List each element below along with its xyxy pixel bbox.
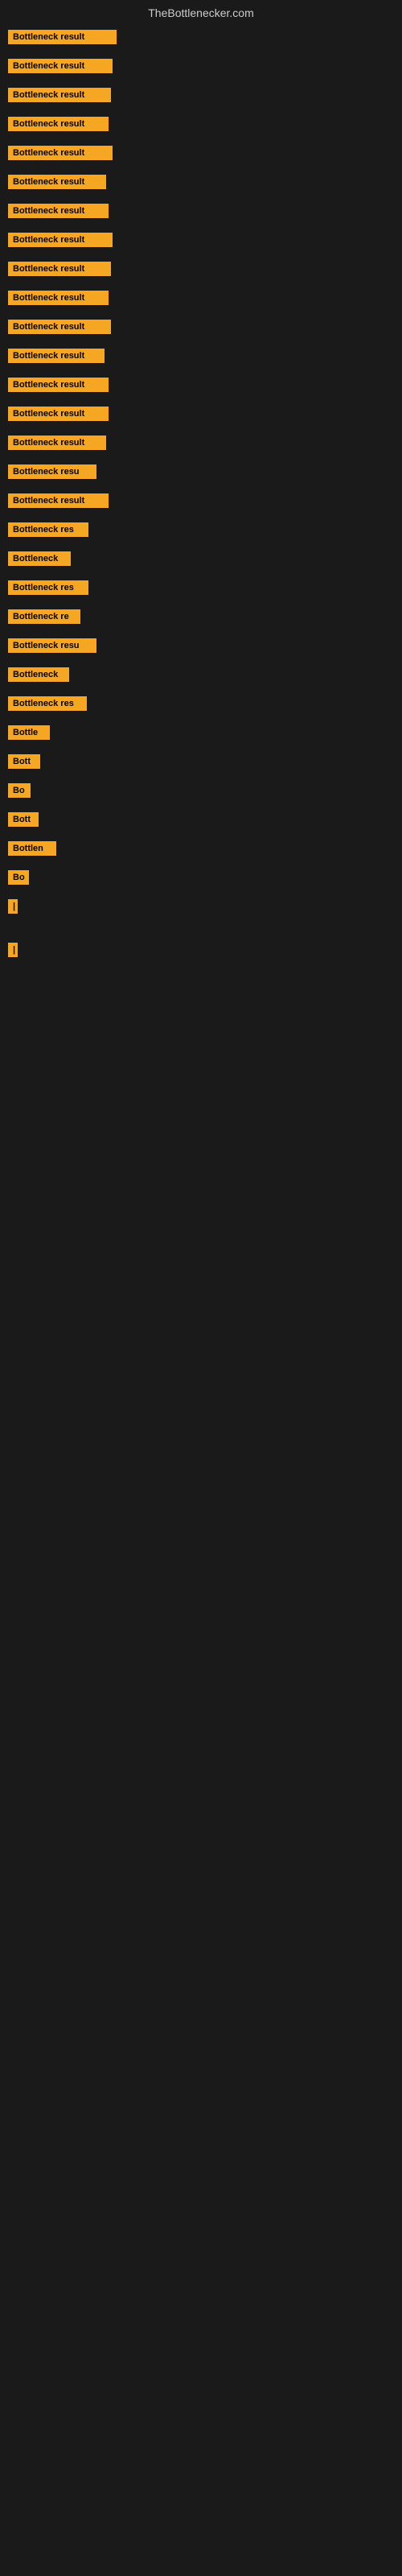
bottleneck-result-label: Bottleneck result (8, 117, 109, 131)
bottleneck-result-label: Bottleneck result (8, 233, 113, 247)
list-item: Bottleneck result (8, 349, 394, 363)
bottleneck-result-label: Bott (8, 812, 39, 827)
bottleneck-result-label: Bo (8, 870, 29, 885)
bottleneck-result-label: Bottleneck (8, 667, 69, 682)
list-item: | (8, 943, 394, 957)
bottleneck-result-label: Bottleneck result (8, 59, 113, 73)
site-title: TheBottlenecker.com (148, 6, 254, 19)
list-item: Bottleneck result (8, 59, 394, 73)
list-item: Bottlen (8, 841, 394, 856)
bottleneck-result-label: | (8, 899, 18, 914)
bottleneck-result-label: Bottleneck result (8, 349, 105, 363)
bottleneck-result-label: Bottleneck resu (8, 464, 96, 479)
list-item: Bott (8, 812, 394, 827)
list-item: Bottleneck result (8, 407, 394, 421)
bottleneck-result-label: Bottlen (8, 841, 56, 856)
bottleneck-result-label: | (8, 943, 18, 957)
list-item: Bottleneck res (8, 522, 394, 537)
list-item: Bottleneck re (8, 609, 394, 624)
list-item: Bottleneck result (8, 493, 394, 508)
bottleneck-result-label: Bottleneck result (8, 146, 113, 160)
bottleneck-result-label: Bottleneck res (8, 580, 88, 595)
bottleneck-result-label: Bottleneck (8, 551, 71, 566)
list-item: Bottleneck result (8, 204, 394, 218)
list-item: Bottleneck result (8, 378, 394, 392)
list-item: Bottleneck (8, 551, 394, 566)
bottleneck-result-label: Bottleneck resu (8, 638, 96, 653)
bottleneck-result-label: Bottleneck res (8, 522, 88, 537)
bottleneck-result-label: Bottle (8, 725, 50, 740)
list-item: Bottleneck resu (8, 464, 394, 479)
bottleneck-result-label: Bottleneck result (8, 436, 106, 450)
list-item: Bottleneck result (8, 320, 394, 334)
bottleneck-result-label: Bottleneck result (8, 320, 111, 334)
bottleneck-result-label: Bottleneck result (8, 204, 109, 218)
list-item: Bottleneck result (8, 146, 394, 160)
bottleneck-result-label: Bottleneck result (8, 262, 111, 276)
list-item: Bott (8, 754, 394, 769)
list-item: Bottleneck result (8, 233, 394, 247)
bottleneck-result-label: Bottleneck re (8, 609, 80, 624)
bottleneck-result-label: Bo (8, 783, 31, 798)
header: TheBottlenecker.com (0, 0, 402, 26)
list-item: Bottleneck result (8, 436, 394, 450)
list-item: Bottleneck result (8, 88, 394, 102)
list-item: Bottleneck res (8, 696, 394, 711)
list-item: Bottleneck result (8, 175, 394, 189)
bottleneck-result-label: Bottleneck result (8, 291, 109, 305)
bottleneck-result-label: Bottleneck result (8, 493, 109, 508)
list-item: Bottleneck resu (8, 638, 394, 653)
bottleneck-result-label: Bott (8, 754, 40, 769)
list-item: | (8, 899, 394, 914)
list-item: Bo (8, 870, 394, 885)
bottleneck-result-label: Bottleneck result (8, 378, 109, 392)
list-item: Bottleneck (8, 667, 394, 682)
list-item: Bottleneck result (8, 30, 394, 44)
bottleneck-result-label: Bottleneck result (8, 407, 109, 421)
list-item: Bottleneck result (8, 262, 394, 276)
bottleneck-result-label: Bottleneck res (8, 696, 87, 711)
bottleneck-result-label: Bottleneck result (8, 175, 106, 189)
list-item: Bottleneck result (8, 291, 394, 305)
list-item: Bottleneck res (8, 580, 394, 595)
list-item: Bo (8, 783, 394, 798)
bottleneck-result-label: Bottleneck result (8, 30, 117, 44)
main-content: Bottleneck result Bottleneck result Bottle… (0, 26, 402, 1019)
bottleneck-result-label: Bottleneck result (8, 88, 111, 102)
list-item: Bottle (8, 725, 394, 740)
list-item: Bottleneck result (8, 117, 394, 131)
